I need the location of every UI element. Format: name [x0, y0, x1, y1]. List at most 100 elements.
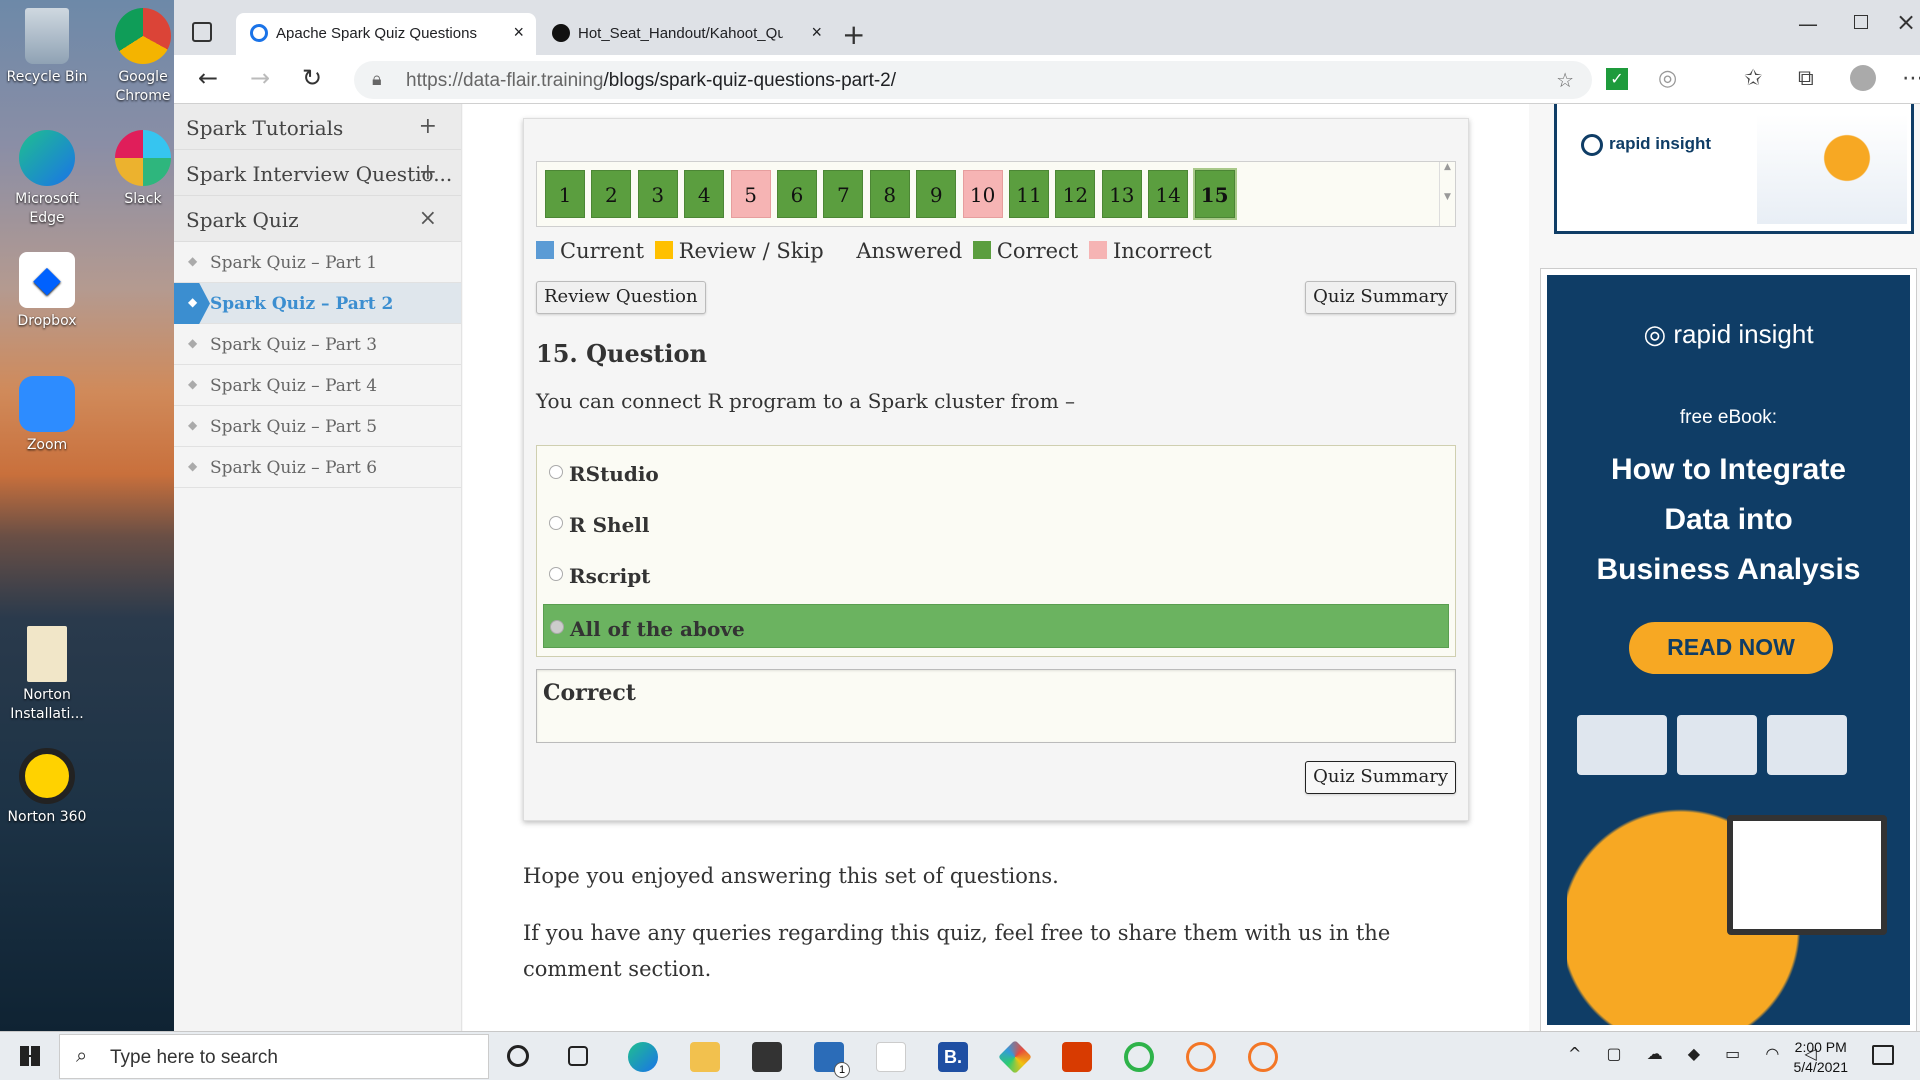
jupyter-icon[interactable]	[1186, 1042, 1216, 1072]
reload-icon[interactable]: ↻	[302, 64, 322, 92]
ad-banner-ebook[interactable]: ◎ rapid insight free eBook: How to Integ…	[1540, 268, 1917, 1031]
answer-list: RStudio R Shell Rscript All of the above	[536, 445, 1456, 657]
question-number-button[interactable]: 14	[1148, 170, 1189, 218]
sidebar-item-quiz-part-1[interactable]: ◆ Spark Quiz – Part 1	[174, 242, 461, 283]
expand-icon[interactable]: +	[419, 160, 437, 185]
bullet-icon: ◆	[188, 377, 198, 391]
ad-illustration	[1757, 114, 1907, 224]
back-icon[interactable]: ←	[198, 64, 218, 92]
edge-shortcut[interactable]: Microsoft Edge	[4, 130, 90, 228]
taskbar-search-box[interactable]: ⌕ Type here to search	[59, 1034, 489, 1079]
question-number-button[interactable]: 3	[637, 170, 678, 218]
scrollbar[interactable]: ▲ ▼	[1439, 162, 1455, 226]
radio-button[interactable]	[549, 465, 563, 479]
file-explorer-icon[interactable]	[690, 1042, 720, 1072]
rapid-insight-logo-icon	[1581, 134, 1603, 156]
collections-icon[interactable]: ⧉	[1798, 66, 1814, 91]
profile-avatar-icon[interactable]	[1850, 65, 1876, 91]
question-number-button[interactable]: 15	[1194, 170, 1235, 218]
question-number-button[interactable]: 6	[777, 170, 817, 218]
task-view-icon[interactable]	[568, 1046, 588, 1066]
read-now-button[interactable]: READ NOW	[1629, 622, 1833, 674]
sidebar-section-spark-tutorials[interactable]: Spark Tutorials +	[174, 104, 461, 150]
app-circle-icon[interactable]	[1124, 1042, 1154, 1072]
maximize-icon[interactable]	[1854, 15, 1868, 29]
cortana-icon[interactable]	[507, 1045, 529, 1067]
office-icon[interactable]	[1062, 1042, 1092, 1072]
sidebar-item-quiz-part-3[interactable]: ◆ Spark Quiz – Part 3	[174, 324, 461, 365]
extension-check-icon[interactable]: ✓	[1606, 68, 1628, 90]
minimize-icon[interactable]: —	[1798, 12, 1818, 36]
question-number-button[interactable]: 8	[869, 170, 910, 218]
sidebar-section-spark-quiz[interactable]: Spark Quiz ×	[174, 196, 461, 242]
start-windows-icon[interactable]	[20, 1046, 40, 1066]
system-tray-icons[interactable]: ^ ▢ ☁ ◆ ▭ ◠ ◁	[1568, 1044, 1827, 1063]
expand-icon[interactable]: +	[419, 114, 437, 139]
dropbox-icon: ◆	[19, 252, 75, 308]
app-icon[interactable]	[998, 1040, 1032, 1074]
close-tab-icon[interactable]: ×	[513, 22, 524, 43]
question-number-button[interactable]: 12	[1055, 170, 1096, 218]
article-content: 1 2 3 4 5 6 7 8 9 10 11 12 13 14 15 ▲ ▼ Current Review …	[463, 104, 1529, 1031]
booking-icon[interactable]: B.	[938, 1042, 968, 1072]
radio-button[interactable]	[549, 567, 563, 581]
legend-incorrect-swatch	[1088, 241, 1107, 259]
question-number-button[interactable]: 11	[1009, 170, 1049, 218]
close-window-icon[interactable]: ×	[1896, 8, 1916, 36]
answer-option-3[interactable]: Rscript	[543, 552, 1449, 596]
answer-option-4[interactable]: All of the above	[543, 604, 1449, 648]
ad-illustration	[1567, 705, 1891, 1025]
add-favorite-icon[interactable]: ☆	[1556, 68, 1574, 93]
result-box: Correct	[536, 669, 1456, 743]
radio-button[interactable]	[550, 620, 564, 634]
quiz-summary-button-bottom[interactable]: Quiz Summary	[1305, 761, 1456, 794]
new-tab-icon[interactable]: +	[842, 18, 865, 51]
answer-option-1[interactable]: RStudio	[543, 450, 1449, 494]
question-number-button[interactable]: 2	[591, 170, 632, 218]
sidebar-item-quiz-part-2[interactable]: ◆ Spark Quiz – Part 2	[174, 283, 461, 324]
review-question-button[interactable]: Review Question	[536, 281, 706, 314]
sidebar-item-quiz-part-6[interactable]: ◆ Spark Quiz – Part 6	[174, 447, 461, 488]
ad-banner-top[interactable]: rapid insight	[1554, 104, 1914, 234]
close-tab-icon[interactable]: ×	[811, 22, 822, 43]
bullet-icon: ◆	[188, 418, 198, 432]
answer-option-2[interactable]: R Shell	[543, 501, 1449, 545]
extension-icon[interactable]: ◎	[1658, 66, 1677, 91]
store-icon[interactable]	[752, 1042, 782, 1072]
forward-icon[interactable]: →	[250, 64, 270, 92]
radio-button[interactable]	[549, 516, 563, 530]
question-number-button[interactable]: 1	[545, 170, 585, 218]
favorites-icon[interactable]: ✩	[1744, 66, 1762, 91]
sidebar-section-spark-interview[interactable]: Spark Interview Questio... +	[174, 150, 461, 196]
legend-correct-swatch	[972, 241, 991, 259]
url-field[interactable]: 🔒︎ https://data-flair.training/blogs/spa…	[354, 61, 1592, 99]
tab-github[interactable]: Hot_Seat_Handout/Kahoot_Ques ×	[538, 13, 834, 55]
zoom-shortcut[interactable]: Zoom	[4, 376, 90, 455]
question-number-button[interactable]: 13	[1101, 170, 1142, 218]
collapse-icon[interactable]: ×	[419, 206, 437, 231]
taskbar-edge-icon[interactable]	[628, 1042, 658, 1072]
amazon-icon[interactable]	[876, 1042, 906, 1072]
jupyter-icon[interactable]	[1248, 1042, 1278, 1072]
sidebar-item-quiz-part-5[interactable]: ◆ Spark Quiz – Part 5	[174, 406, 461, 447]
question-number-button[interactable]: 5	[730, 170, 771, 218]
notifications-icon[interactable]	[1872, 1045, 1894, 1065]
dropbox-shortcut[interactable]: ◆ Dropbox	[4, 252, 90, 331]
question-number-button[interactable]: 10	[962, 170, 1003, 218]
norton-360-shortcut[interactable]: Norton 360	[4, 748, 90, 827]
sidebar-item-quiz-part-4[interactable]: ◆ Spark Quiz – Part 4	[174, 365, 461, 406]
browser-window: Apache Spark Quiz Questions - H × Hot_Se…	[174, 0, 1920, 1031]
recycle-bin-shortcut[interactable]: Recycle Bin	[4, 8, 90, 87]
more-menu-icon[interactable]: ⋯	[1902, 66, 1920, 91]
tab-spark-quiz[interactable]: Apache Spark Quiz Questions - H ×	[236, 13, 536, 55]
mail-icon[interactable]: 1	[814, 1042, 850, 1078]
question-number-button[interactable]: 4	[684, 170, 725, 218]
quiz-summary-button-top[interactable]: Quiz Summary	[1305, 281, 1456, 314]
tab-actions-icon[interactable]	[192, 22, 212, 42]
question-number-button[interactable]: 9	[916, 170, 957, 218]
slack-icon	[115, 130, 171, 186]
question-number-button[interactable]: 7	[823, 170, 864, 218]
clock[interactable]: 2:00 PM 5/4/2021	[1794, 1037, 1849, 1077]
norton-installer-shortcut[interactable]: Norton Installati...	[4, 626, 90, 724]
question-heading: 15. Question	[536, 339, 707, 368]
